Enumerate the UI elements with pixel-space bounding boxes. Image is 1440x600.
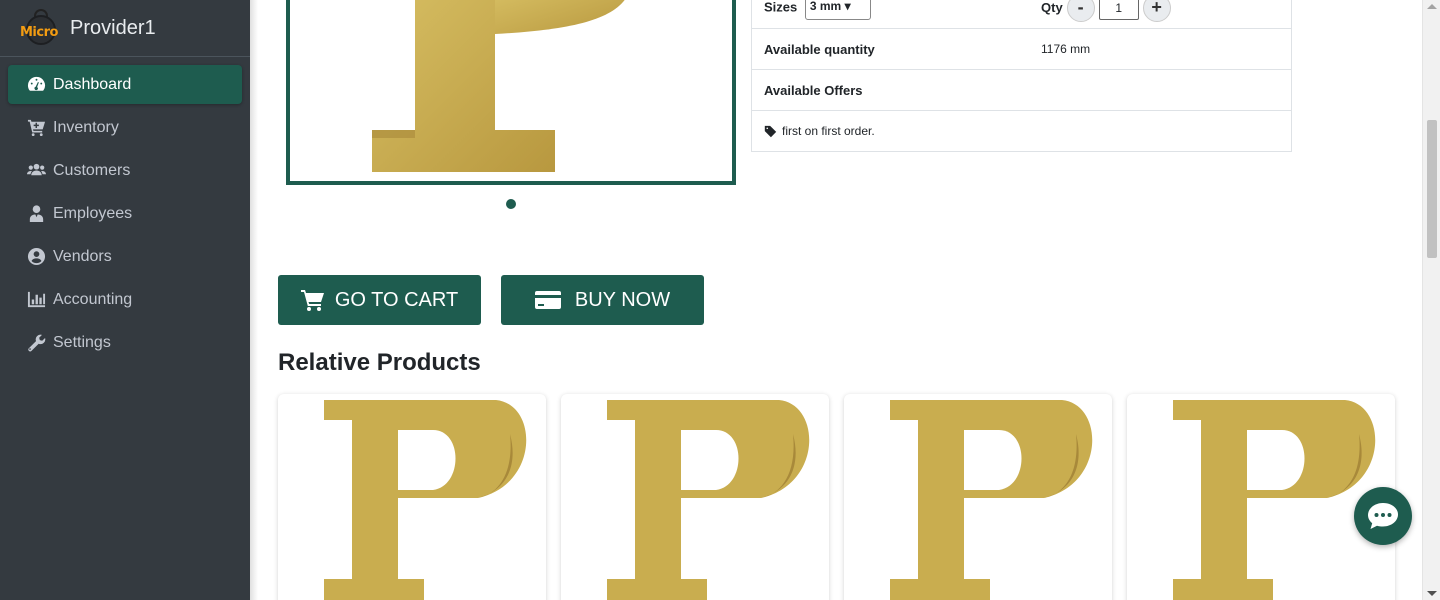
sidebar-item-settings[interactable]: Settings [8,323,242,362]
product-detail: Sizes 3 mm ▾ Qty - 1 + Available quantit… [250,0,1422,600]
sidebar-item-vendors[interactable]: Vendors [8,237,242,276]
users-icon [26,161,46,181]
sidebar-item-inventory[interactable]: Inventory [8,108,242,147]
sidebar-item-accounting[interactable]: Accounting [8,280,242,319]
scroll-thumb[interactable] [1427,120,1437,258]
sidebar-nav: Dashboard Inventory Customers Employees … [0,57,250,374]
scroll-down-arrow[interactable] [1427,591,1437,596]
related-product-image [607,400,810,600]
qty-control: Qty - 1 + [1041,0,1171,22]
info-row-size-qty: Sizes 3 mm ▾ Qty - 1 + [752,0,1291,28]
sizes-label: Sizes [764,0,798,14]
info-row-offer: first on first order. [752,110,1291,151]
tag-icon [764,125,777,137]
go-to-cart-label: GO TO CART [334,288,459,311]
sidebar-item-label: Dashboard [53,75,132,93]
related-product-card[interactable] [1127,394,1395,600]
qty-decrement-button[interactable]: - [1066,0,1095,22]
related-product-image [890,400,1093,600]
wrench-icon [26,333,46,353]
available-quantity-value: 1176 mm [1041,42,1091,56]
cart-icon [300,290,324,311]
sidebar: Micro Provider1 Dashboard Inventory Cust… [0,0,250,600]
related-product-card[interactable] [561,394,829,600]
user-circle-icon [26,247,46,267]
go-to-cart-button[interactable]: GO TO CART [278,275,481,325]
buy-now-label: BUY NOW [574,288,671,311]
offer-text: first on first order. [782,124,875,138]
credit-card-icon [534,291,561,309]
brand-name: Provider1 [70,16,156,39]
size-select[interactable]: 3 mm ▾ [804,0,871,20]
sidebar-item-label: Accounting [53,290,133,308]
carousel-indicator[interactable] [506,199,516,209]
related-product-card[interactable] [844,394,1112,600]
chat-button[interactable] [1354,487,1412,545]
chart-bar-icon [26,290,46,310]
cart-plus-icon [26,118,46,138]
sidebar-item-dashboard[interactable]: Dashboard [8,65,242,104]
brand[interactable]: Micro Provider1 [0,0,250,57]
vertical-scrollbar[interactable] [1422,0,1440,600]
chat-bubble-icon [1368,503,1398,529]
qty-increment-button[interactable]: + [1142,0,1171,22]
offer-item: first on first order. [764,124,875,138]
related-product-image [1173,400,1376,600]
sidebar-item-customers[interactable]: Customers [8,151,242,190]
available-offers-label: Available Offers [764,82,863,98]
user-tie-icon [26,204,46,224]
scroll-up-arrow[interactable] [1427,4,1437,9]
related-products-title: Relative Products [278,349,481,376]
product-info-table: Sizes 3 mm ▾ Qty - 1 + Available quantit… [751,0,1292,152]
sidebar-item-label: Customers [53,161,131,179]
qty-label: Qty [1041,0,1063,15]
available-quantity-label: Available quantity [764,41,875,57]
sidebar-item-label: Vendors [53,247,112,265]
sidebar-item-label: Employees [53,204,133,222]
product-image [372,0,625,172]
brand-logo: Micro [20,7,62,49]
product-image-frame[interactable] [286,0,736,185]
sidebar-item-label: Settings [53,333,111,351]
sidebar-item-employees[interactable]: Employees [8,194,242,233]
buy-now-button[interactable]: BUY NOW [501,275,704,325]
tachometer-icon [26,75,46,95]
related-product-card[interactable] [278,394,546,600]
info-row-available-offers: Available Offers [752,69,1291,110]
info-row-available-quantity: Available quantity 1176 mm [752,28,1291,69]
qty-input[interactable]: 1 [1098,0,1139,20]
related-product-image [324,400,527,600]
sidebar-item-label: Inventory [53,118,119,136]
